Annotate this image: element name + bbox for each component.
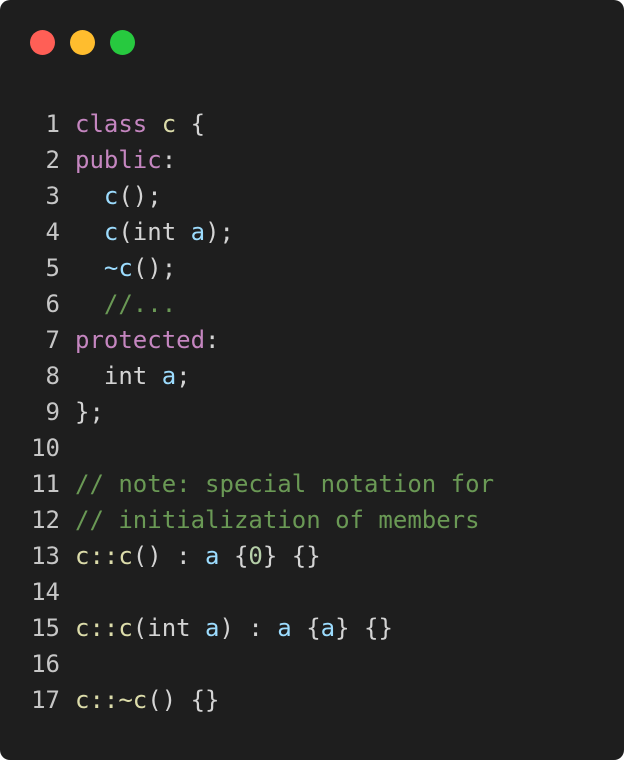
- code-text: // note: special notation for: [75, 466, 494, 502]
- code-token: {: [219, 542, 249, 570]
- line-number: 12: [31, 506, 60, 534]
- code-line: 16: [0, 646, 494, 682]
- code-token: );: [205, 218, 234, 246]
- code-text: ~c();: [75, 250, 176, 286]
- code-token: :: [205, 326, 220, 354]
- code-text: c::c() : a {0} {}: [75, 538, 321, 574]
- code-line: 13 c::c() : a {0} {}: [0, 538, 494, 574]
- line-number: 15: [31, 614, 60, 642]
- code-token: c: [103, 182, 119, 210]
- code-text: //...: [75, 286, 176, 322]
- code-line: 14: [0, 574, 494, 610]
- code-token: ) :: [219, 614, 278, 642]
- line-number: 17: [31, 686, 60, 714]
- code-text: c(int a);: [75, 214, 234, 250]
- code-token: a: [320, 614, 336, 642]
- line-number: 4: [45, 218, 60, 246]
- code-text: int a;: [75, 358, 191, 394]
- code-line: 10: [0, 430, 494, 466]
- code-line: 8 int a;: [0, 358, 494, 394]
- code-token: c::c: [75, 614, 133, 642]
- code-line: 15 c::c(int a) : a {a} {}: [0, 610, 494, 646]
- line-number: 8: [45, 362, 60, 390]
- code-token: c::~c: [75, 686, 148, 714]
- code-token: a: [205, 542, 220, 570]
- code-text: c::~c() {}: [75, 682, 220, 718]
- line-number: 5: [45, 254, 60, 282]
- code-line: 9};: [0, 394, 494, 430]
- code-token: //...: [103, 290, 177, 318]
- code-line: 1 class c {: [0, 106, 494, 142]
- code-token: 0: [248, 542, 263, 570]
- code-token: a: [190, 218, 206, 246]
- code-text: class c {: [75, 106, 205, 142]
- code-token: c: [103, 218, 119, 246]
- minimize-button[interactable]: [70, 30, 95, 55]
- code-token: c::c: [75, 542, 133, 570]
- line-number: 14: [31, 578, 60, 606]
- code-token: } {}: [262, 542, 321, 570]
- code-token: () :: [132, 542, 206, 570]
- code-token: protected: [75, 326, 206, 354]
- code-token: };: [75, 398, 104, 426]
- code-line: 17 c::~c() {}: [0, 682, 494, 718]
- code-line: 3 c();: [0, 178, 494, 214]
- code-token: (int: [132, 614, 206, 642]
- code-line: 6 //...: [0, 286, 494, 322]
- code-token: () {}: [147, 686, 220, 714]
- line-number: 13: [31, 542, 60, 570]
- code-text: c::c(int a) : a {a} {}: [75, 610, 393, 646]
- code-token: {: [291, 614, 321, 642]
- code-line: 11 // note: special notation for: [0, 466, 494, 502]
- code-token: // initialization of members: [75, 506, 480, 534]
- line-number: 10: [31, 434, 60, 462]
- code-line: 7 protected:: [0, 322, 494, 358]
- code-token: c: [161, 110, 177, 138]
- line-number: 9: [45, 398, 60, 426]
- code-text: protected:: [75, 322, 220, 358]
- line-number: 3: [45, 182, 60, 210]
- line-number: 16: [31, 650, 60, 678]
- code-token: a: [277, 614, 292, 642]
- code-token: ();: [118, 182, 162, 210]
- code-token: (int: [118, 218, 191, 246]
- code-token: a: [161, 362, 177, 390]
- code-text: };: [75, 394, 104, 430]
- code-token: class: [75, 110, 148, 138]
- window-controls: [30, 30, 135, 55]
- code-token: // note: special notation for: [75, 470, 495, 498]
- code-token: int: [75, 362, 162, 390]
- code-token: public: [75, 146, 162, 174]
- code-text: c();: [75, 178, 162, 214]
- code-line: 5 ~c();: [0, 250, 494, 286]
- code-token: :: [161, 146, 177, 174]
- code-token: a: [205, 614, 220, 642]
- code-text: public:: [75, 142, 176, 178]
- line-number: 1: [45, 110, 60, 138]
- code-token: {: [176, 110, 206, 138]
- line-number: 7: [45, 326, 60, 354]
- code-block: 1 class c {2 public: 3 c(); 4 c(int a); 5 ~c(…: [0, 106, 494, 718]
- maximize-button[interactable]: [110, 30, 135, 55]
- line-number: 2: [45, 146, 60, 174]
- line-number: 6: [45, 290, 60, 318]
- code-line: 4 c(int a);: [0, 214, 494, 250]
- code-token: ;: [176, 362, 191, 390]
- code-line: 2 public:: [0, 142, 494, 178]
- close-button[interactable]: [30, 30, 55, 55]
- code-token: ();: [132, 254, 177, 282]
- code-text: // initialization of members: [75, 502, 480, 538]
- code-window: 1 class c {2 public: 3 c(); 4 c(int a); 5 ~c(…: [0, 0, 624, 760]
- line-number: 11: [31, 470, 60, 498]
- code-line: 12 // initialization of members: [0, 502, 494, 538]
- code-token: } {}: [335, 614, 393, 642]
- code-token: ~c: [103, 254, 133, 282]
